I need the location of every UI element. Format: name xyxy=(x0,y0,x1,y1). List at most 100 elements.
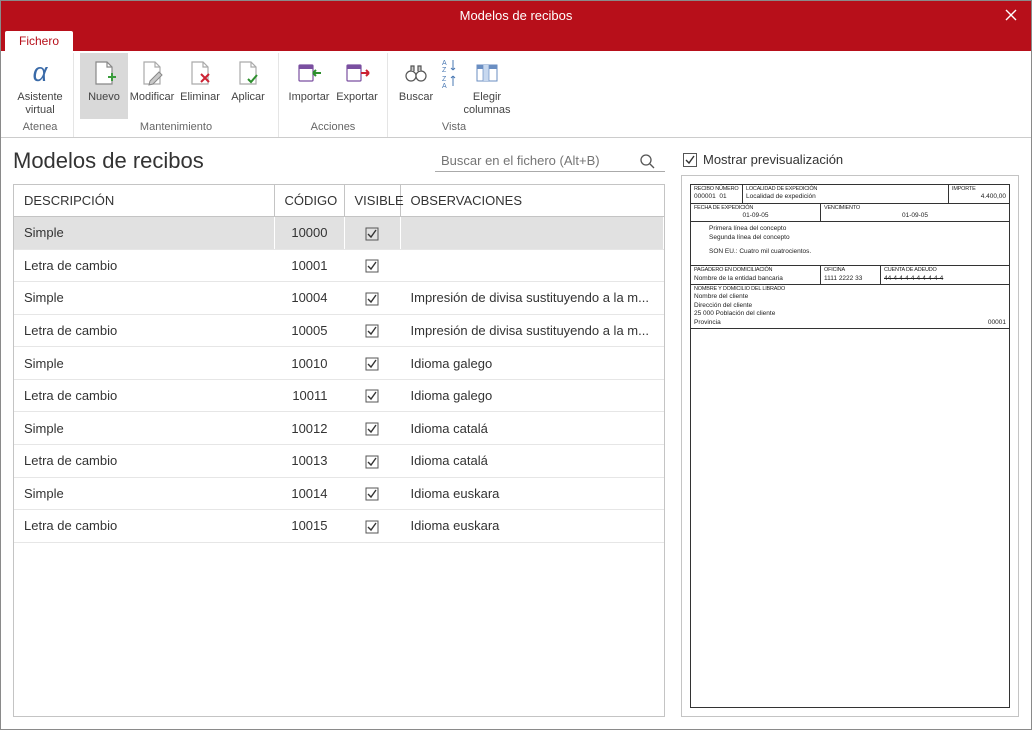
cell-codigo: 10014 xyxy=(274,477,344,510)
cell-descripcion: Letra de cambio xyxy=(14,379,274,412)
window-title: Modelos de recibos xyxy=(460,8,573,23)
cell-descripcion: Simple xyxy=(14,477,274,510)
close-button[interactable] xyxy=(991,1,1031,29)
asistente-virtual-label: Asistente virtual xyxy=(17,91,62,117)
elegir-columnas-button[interactable]: Elegir columnas xyxy=(460,53,514,119)
checkbox-icon xyxy=(683,153,697,167)
table-row[interactable]: Simple10004Impresión de divisa sustituye… xyxy=(14,282,664,315)
cell-descripcion: Letra de cambio xyxy=(14,314,274,347)
table-row[interactable]: Simple10012Idioma catalá xyxy=(14,412,664,445)
tab-fichero[interactable]: Fichero xyxy=(5,31,73,51)
data-grid[interactable]: DESCRIPCIÓN CÓDIGO VISIBLE OBSERVACIONES… xyxy=(13,184,665,717)
cell-observaciones: Idioma catalá xyxy=(400,444,664,477)
eliminar-button[interactable]: Eliminar xyxy=(176,53,224,119)
cell-visible[interactable] xyxy=(344,217,400,250)
nuevo-label: Nuevo xyxy=(88,91,120,117)
col-observaciones[interactable]: OBSERVACIONES xyxy=(400,185,664,217)
apply-document-icon xyxy=(232,57,264,89)
cell-descripcion: Letra de cambio xyxy=(14,249,274,282)
group-mantenimiento-label: Mantenimiento xyxy=(140,119,212,137)
buscar-button[interactable]: Buscar xyxy=(394,53,438,119)
cell-descripcion: Letra de cambio xyxy=(14,510,274,543)
table-row[interactable]: Letra de cambio10001 xyxy=(14,249,664,282)
group-atenea-label: Atenea xyxy=(23,119,58,137)
ribbon: α Asistente virtual Atenea Nuevo Modific… xyxy=(1,51,1031,138)
new-document-icon xyxy=(88,57,120,89)
col-codigo[interactable]: CÓDIGO xyxy=(274,185,344,217)
tabstrip: Fichero xyxy=(1,29,1031,51)
cell-observaciones: Idioma euskara xyxy=(400,510,664,543)
cell-codigo: 10001 xyxy=(274,249,344,282)
asistente-virtual-button[interactable]: α Asistente virtual xyxy=(13,53,67,119)
edit-document-icon xyxy=(136,57,168,89)
importar-label: Importar xyxy=(289,91,330,117)
table-row[interactable]: Simple10010 Idioma galego xyxy=(14,347,664,380)
table-row[interactable]: Letra de cambio10013Idioma catalá xyxy=(14,444,664,477)
table-row[interactable]: Simple10014Idioma euskara xyxy=(14,477,664,510)
cell-observaciones xyxy=(400,217,664,250)
cell-visible[interactable] xyxy=(344,412,400,445)
buscar-label: Buscar xyxy=(399,91,433,117)
sort-button[interactable]: AZ ZA xyxy=(438,53,460,119)
cell-codigo: 10010 xyxy=(274,347,344,380)
eliminar-label: Eliminar xyxy=(180,91,220,117)
exportar-button[interactable]: Exportar xyxy=(333,53,381,119)
preview-toggle[interactable]: Mostrar previsualización xyxy=(681,148,1019,175)
search-icon xyxy=(639,153,655,169)
cell-descripcion: Simple xyxy=(14,282,274,315)
aplicar-button[interactable]: Aplicar xyxy=(224,53,272,119)
close-icon xyxy=(1005,9,1017,21)
columns-icon xyxy=(471,57,503,89)
cell-descripcion: Simple xyxy=(14,217,274,250)
cell-visible[interactable] xyxy=(344,379,400,412)
table-row[interactable]: Letra de cambio10011 Idioma galego xyxy=(14,379,664,412)
table-row[interactable]: Letra de cambio10015 Idioma euskara xyxy=(14,510,664,543)
preview-panel: RECIBO NÚMERO000001 01 LOCALIDAD DE EXPE… xyxy=(681,175,1019,717)
nuevo-button[interactable]: Nuevo xyxy=(80,53,128,119)
cell-codigo: 10000 xyxy=(274,217,344,250)
cell-visible[interactable] xyxy=(344,444,400,477)
cell-codigo: 10011 xyxy=(274,379,344,412)
group-vista-label: Vista xyxy=(442,119,466,137)
cell-descripcion: Simple xyxy=(14,347,274,380)
svg-text:Z: Z xyxy=(442,67,447,72)
cell-observaciones: Impresión de divisa sustituyendo a la m.… xyxy=(400,314,664,347)
cell-visible[interactable] xyxy=(344,510,400,543)
cell-descripcion: Letra de cambio xyxy=(14,444,274,477)
preview-toggle-label: Mostrar previsualización xyxy=(703,152,843,167)
page-title: Modelos de recibos xyxy=(13,148,204,174)
cell-visible[interactable] xyxy=(344,249,400,282)
cell-observaciones: Idioma galego xyxy=(400,347,664,380)
cell-visible[interactable] xyxy=(344,282,400,315)
delete-document-icon xyxy=(184,57,216,89)
cell-observaciones xyxy=(400,249,664,282)
cell-visible[interactable] xyxy=(344,477,400,510)
sort-icon: AZ ZA xyxy=(439,57,459,89)
modificar-label: Modificar xyxy=(130,91,175,117)
svg-text:A: A xyxy=(442,83,447,88)
col-descripcion[interactable]: DESCRIPCIÓN xyxy=(14,185,274,217)
cell-descripcion: Simple xyxy=(14,412,274,445)
table-row[interactable]: Simple10000 xyxy=(14,217,664,250)
cell-visible[interactable] xyxy=(344,347,400,380)
modificar-button[interactable]: Modificar xyxy=(128,53,176,119)
cell-visible[interactable] xyxy=(344,314,400,347)
search-box[interactable] xyxy=(435,150,665,172)
titlebar: Modelos de recibos xyxy=(1,1,1031,29)
col-visible[interactable]: VISIBLE xyxy=(344,185,400,217)
cell-observaciones: Impresión de divisa sustituyendo a la m.… xyxy=(400,282,664,315)
cell-observaciones: Idioma galego xyxy=(400,379,664,412)
aplicar-label: Aplicar xyxy=(231,91,265,117)
group-acciones-label: Acciones xyxy=(311,119,356,137)
importar-button[interactable]: Importar xyxy=(285,53,333,119)
cell-codigo: 10005 xyxy=(274,314,344,347)
binoculars-icon xyxy=(400,57,432,89)
preview-document: RECIBO NÚMERO000001 01 LOCALIDAD DE EXPE… xyxy=(690,184,1010,708)
cell-codigo: 10012 xyxy=(274,412,344,445)
import-icon xyxy=(293,57,325,89)
alpha-icon: α xyxy=(24,57,56,89)
elegir-columnas-label: Elegir columnas xyxy=(463,91,510,117)
table-row[interactable]: Letra de cambio10005 Impresión de divisa … xyxy=(14,314,664,347)
search-input[interactable] xyxy=(439,152,639,169)
cell-codigo: 10015 xyxy=(274,510,344,543)
